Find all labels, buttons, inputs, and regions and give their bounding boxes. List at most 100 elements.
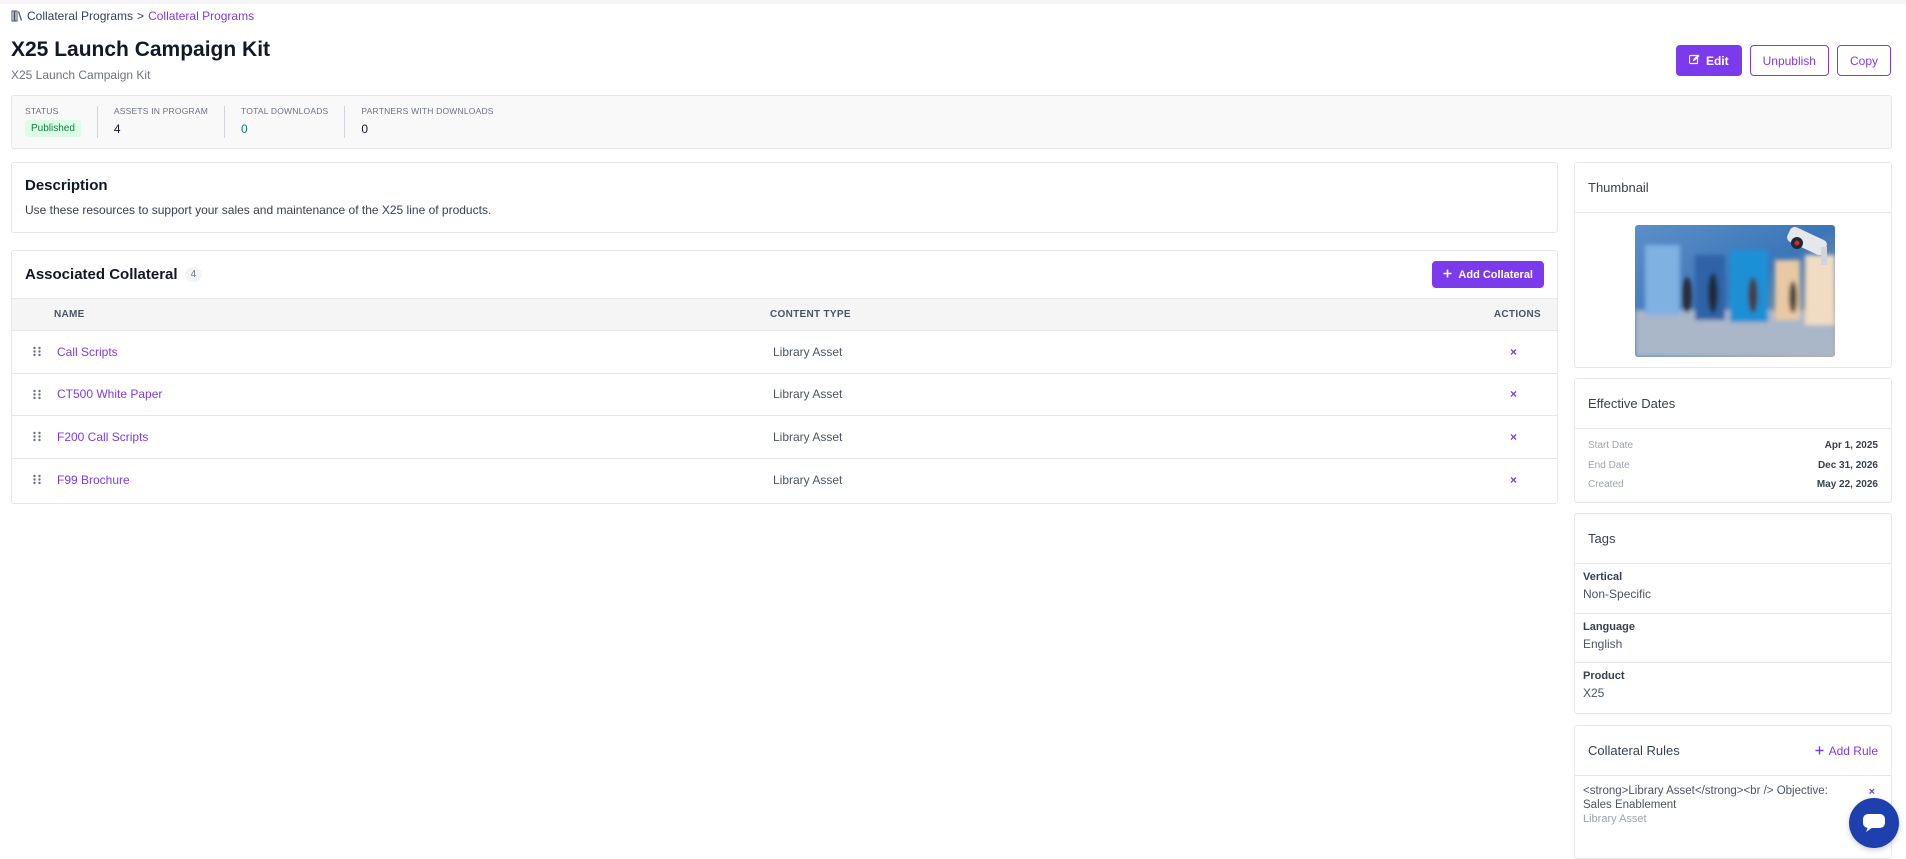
stats-bar: STATUS Published ASSETS IN PROGRAM 4 TOT…	[11, 95, 1892, 149]
stat-status-label: STATUS	[25, 106, 59, 116]
tag-product: Product X25	[1575, 663, 1891, 713]
breadcrumb-separator: >	[137, 9, 145, 23]
breadcrumb-root[interactable]: Collateral Programs	[27, 9, 133, 23]
start-date-label: Start Date	[1588, 440, 1634, 452]
thumbnail-card: Thumbnail	[1574, 162, 1892, 368]
plus-icon	[1815, 744, 1824, 758]
edit-button[interactable]: Edit	[1675, 45, 1742, 76]
collateral-table-header: NAME CONTENT TYPE ACTIONS	[12, 298, 1557, 331]
add-rule-button[interactable]: Add Rule	[1815, 744, 1878, 758]
collateral-name-link[interactable]: Call Scripts	[57, 345, 118, 359]
tag-value: Non-Specific	[1583, 587, 1652, 601]
table-row: F200 Call Scripts Library Asset ×	[12, 416, 1557, 459]
column-actions: ACTIONS	[1493, 309, 1541, 320]
stat-partners-label: PARTNERS WITH DOWNLOADS	[361, 106, 494, 116]
drag-handle-icon[interactable]	[32, 431, 42, 442]
collateral-content-type: Library Asset	[773, 472, 843, 487]
page-subtitle: X25 Launch Campaign Kit	[11, 68, 151, 82]
add-collateral-button[interactable]: Add Collateral	[1432, 261, 1544, 288]
stat-status: STATUS Published	[25, 106, 98, 138]
add-collateral-label: Add Collateral	[1458, 268, 1533, 281]
remove-collateral-icon[interactable]: ×	[1510, 345, 1517, 359]
remove-collateral-icon[interactable]: ×	[1510, 430, 1517, 444]
thumbnail-image[interactable]	[1635, 225, 1835, 357]
dates-list: Start Date Apr 1, 2025 End Date Dec 31, …	[1575, 429, 1891, 495]
start-date-value: Apr 1, 2025	[1824, 440, 1878, 452]
collateral-rules-card: Collateral Rules Add Rule <strong>Librar…	[1574, 725, 1892, 859]
rule-text: <strong>Library Asset</strong><br /> Obj…	[1583, 785, 1828, 811]
tag-vertical: Vertical Non-Specific	[1575, 564, 1891, 614]
pencil-square-icon	[1688, 54, 1700, 68]
associated-collateral-card: Associated Collateral 4 Add Collateral N…	[11, 250, 1558, 504]
effective-dates-card: Effective Dates Start Date Apr 1, 2025 E…	[1574, 378, 1892, 503]
edit-button-label: Edit	[1705, 53, 1729, 68]
created-date-value: May 22, 2026	[1816, 479, 1878, 491]
remove-collateral-icon[interactable]: ×	[1510, 473, 1517, 487]
stat-downloads-value[interactable]: 0	[241, 122, 328, 136]
collateral-heading: Associated Collateral	[25, 266, 178, 283]
description-card: Description Use these resources to suppo…	[11, 162, 1558, 233]
top-bar	[0, 0, 1906, 4]
end-date-row: End Date Dec 31, 2026	[1575, 456, 1891, 476]
stat-assets: ASSETS IN PROGRAM 4	[113, 106, 226, 138]
thumbnail-heading: Thumbnail	[1575, 163, 1891, 213]
drag-handle-icon[interactable]	[32, 346, 42, 357]
collateral-rules-header: Collateral Rules Add Rule	[1575, 726, 1891, 776]
collateral-header: Associated Collateral 4 Add Collateral	[12, 251, 1557, 298]
rule-item: <strong>Library Asset</strong><br /> Obj…	[1575, 776, 1891, 833]
end-date-label: End Date	[1588, 459, 1630, 471]
breadcrumb: Collateral Programs > Collateral Program…	[11, 9, 254, 23]
status-badge: Published	[25, 120, 81, 137]
collateral-content-type: Library Asset	[773, 429, 843, 444]
description-heading: Description	[25, 177, 108, 194]
tag-key: Product	[1583, 670, 1625, 682]
header-actions: Edit Unpublish Copy	[1675, 45, 1891, 76]
description-text: Use these resources to support your sale…	[25, 203, 492, 217]
drag-handle-icon[interactable]	[32, 389, 42, 400]
tags-card: Tags Vertical Non-Specific Language Engl…	[1574, 513, 1892, 714]
table-row: Call Scripts Library Asset ×	[12, 331, 1557, 374]
stat-assets-value: 4	[113, 122, 121, 136]
tag-key: Vertical	[1583, 571, 1623, 583]
table-row: CT500 White Paper Library Asset ×	[12, 374, 1557, 416]
rule-subtext: Library Asset	[1583, 813, 1647, 825]
collateral-name-link[interactable]: F99 Brochure	[57, 473, 130, 487]
remove-collateral-icon[interactable]: ×	[1510, 387, 1517, 401]
collateral-title: Associated Collateral 4	[25, 266, 203, 283]
created-date-label: Created	[1588, 479, 1624, 491]
end-date-value: Dec 31, 2026	[1817, 459, 1878, 471]
tag-key: Language	[1583, 620, 1635, 633]
created-date-row: Created May 22, 2026	[1575, 475, 1891, 495]
tag-value: English	[1583, 636, 1623, 651]
page-title: X25 Launch Campaign Kit	[11, 38, 271, 61]
column-name[interactable]: NAME	[54, 309, 85, 320]
drag-handle-icon[interactable]	[32, 474, 42, 485]
add-rule-label: Add Rule	[1828, 743, 1878, 758]
collateral-content-type: Library Asset	[773, 344, 843, 359]
stat-partners-value: 0	[361, 122, 369, 136]
stat-downloads: TOTAL DOWNLOADS 0	[241, 106, 346, 138]
start-date-row: Start Date Apr 1, 2025	[1575, 436, 1891, 456]
stat-assets-label: ASSETS IN PROGRAM	[113, 106, 209, 116]
plus-icon	[1443, 269, 1452, 281]
library-icon	[11, 10, 23, 22]
collateral-count-badge: 4	[184, 267, 203, 282]
collateral-rules-heading: Collateral Rules	[1588, 743, 1680, 758]
effective-dates-heading: Effective Dates	[1575, 379, 1891, 429]
collateral-name-link[interactable]: CT500 White Paper	[57, 387, 162, 401]
tag-value: X25	[1583, 686, 1605, 700]
table-row: F99 Brochure Library Asset ×	[12, 459, 1557, 502]
collateral-name-link[interactable]: F200 Call Scripts	[57, 430, 148, 444]
collateral-table-body: Call Scripts Library Asset × CT500 White…	[12, 331, 1557, 501]
remove-rule-icon[interactable]: ×	[1869, 786, 1875, 798]
unpublish-button[interactable]: Unpublish	[1749, 45, 1829, 76]
tags-heading: Tags	[1575, 514, 1891, 564]
column-content-type[interactable]: CONTENT TYPE	[770, 309, 851, 320]
chat-bubble-icon[interactable]	[1849, 798, 1899, 848]
stat-partners: PARTNERS WITH DOWNLOADS 0	[361, 106, 509, 138]
breadcrumb-current[interactable]: Collateral Programs	[148, 9, 254, 23]
stat-downloads-label: TOTAL DOWNLOADS	[241, 106, 329, 116]
tag-language: Language English	[1575, 614, 1891, 663]
collateral-content-type: Library Asset	[773, 387, 843, 402]
copy-button[interactable]: Copy	[1836, 45, 1891, 76]
